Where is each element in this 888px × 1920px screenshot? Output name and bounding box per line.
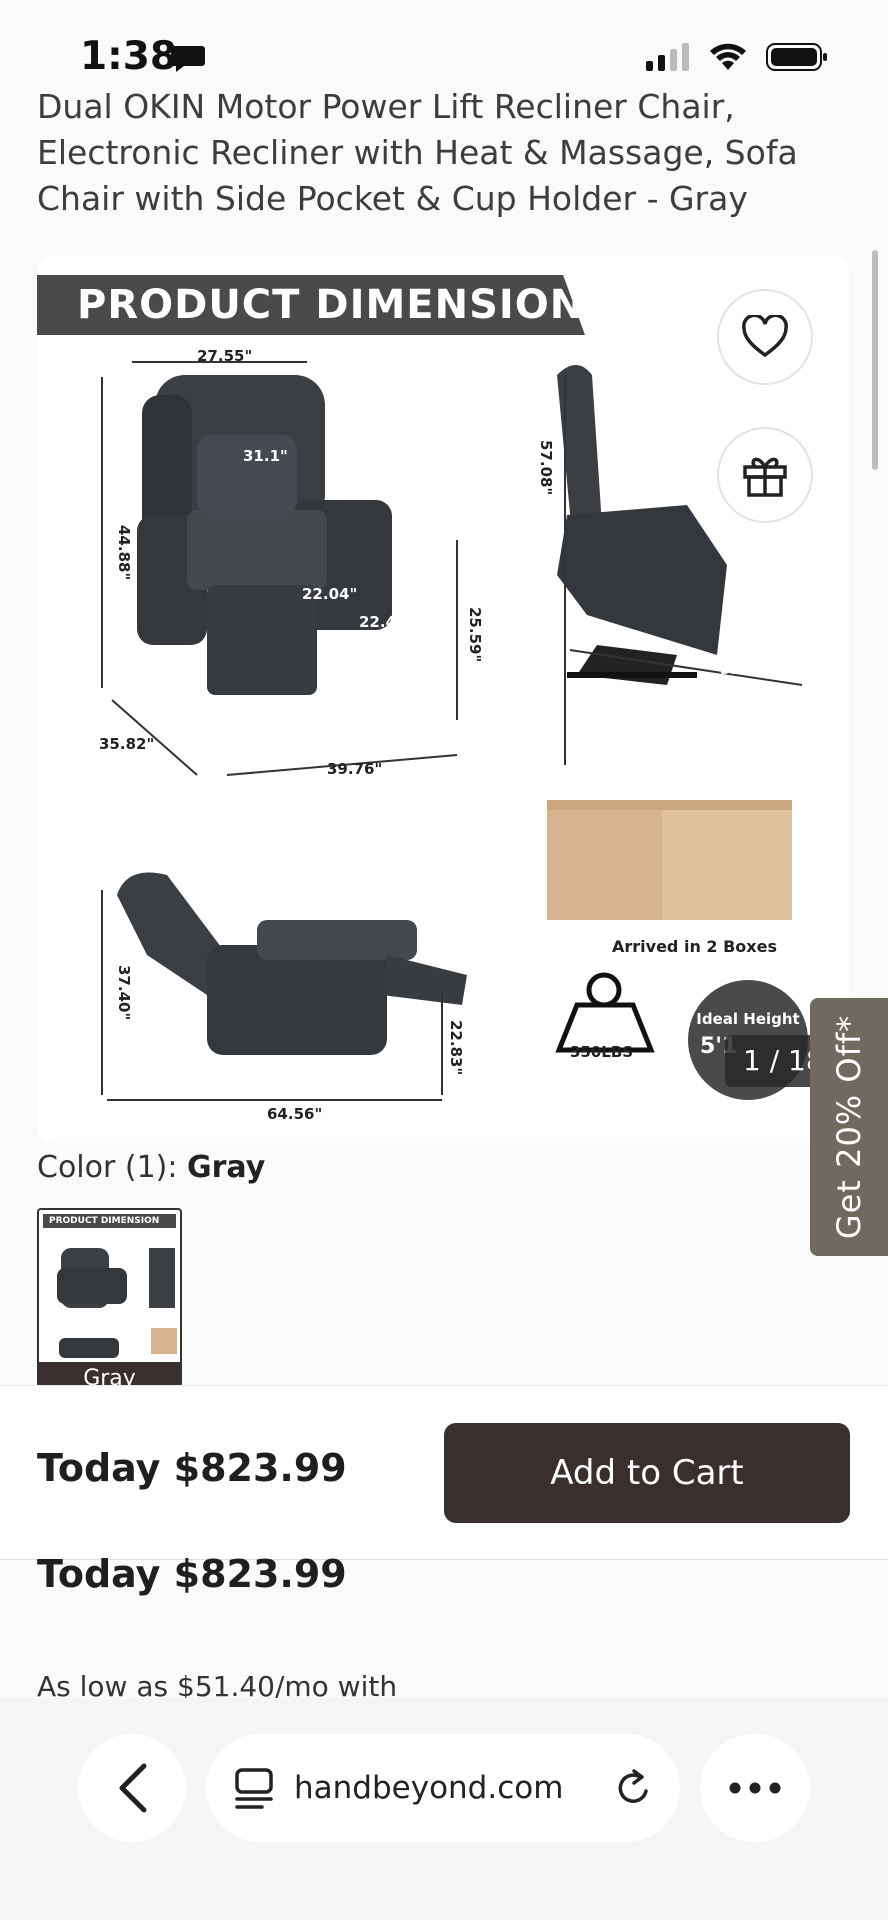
signal-icon — [646, 43, 689, 71]
weight-label: 350LBS — [570, 1043, 634, 1061]
scrollbar[interactable] — [872, 250, 878, 470]
favorite-button[interactable] — [717, 289, 813, 385]
message-icon — [171, 46, 205, 72]
dim-recline-height: 37.40" — [115, 965, 133, 1021]
browser-toolbar: handbeyond.com — [0, 1698, 888, 1920]
dim-width: 39.76" — [327, 760, 383, 778]
dim-height: 44.88" — [115, 525, 133, 581]
heart-icon — [742, 315, 788, 358]
ideal-height-label: Ideal Height — [696, 1010, 800, 1028]
address-bar[interactable]: handbeyond.com — [206, 1734, 680, 1842]
reclined-chair-illustration — [117, 872, 467, 1055]
swatch-banner: PRODUCT DIMENSION — [43, 1214, 176, 1228]
sticky-price: Today $823.99 — [37, 1446, 347, 1490]
dim-recline-length: 64.56" — [267, 1105, 323, 1123]
reload-icon[interactable] — [612, 1767, 654, 1809]
dim-top-width: 27.55" — [197, 347, 253, 365]
more-options-button[interactable] — [700, 1734, 810, 1842]
status-time: 1:38 — [80, 34, 178, 79]
dim-back: 31.1" — [243, 447, 288, 465]
wifi-icon — [710, 43, 746, 70]
weight-icon — [555, 972, 655, 1053]
product-title: Dual OKIN Motor Power Lift Recliner Chai… — [37, 87, 798, 218]
back-button[interactable] — [78, 1734, 186, 1842]
dim-lift-depth: 32.67" — [720, 660, 776, 678]
dim-arm-height: 25.59" — [466, 607, 484, 663]
boxes-label: Arrived in 2 Boxes — [612, 937, 777, 956]
color-swatch-gray[interactable]: PRODUCT DIMENSION Gray — [37, 1208, 182, 1388]
gift-button[interactable] — [717, 427, 813, 523]
promo-label: Get 20% Off* — [830, 1014, 868, 1240]
status-icons — [646, 42, 828, 72]
color-selected: Gray — [187, 1150, 266, 1185]
product-image-gallery[interactable]: PRODUCT DIMENSION 27.55" 31.1" 44.88" 22… — [37, 255, 849, 1143]
tabs-icon — [235, 1768, 273, 1809]
chevron-left-icon — [119, 1763, 147, 1813]
color-prefix: Color (1): — [37, 1150, 187, 1185]
add-to-cart-button[interactable]: Add to Cart — [444, 1423, 850, 1523]
boxes-illustration — [547, 800, 792, 920]
gift-icon — [743, 457, 787, 497]
ellipsis-icon — [729, 1782, 781, 1794]
battery-icon — [766, 43, 827, 71]
swatch-thumbnail — [57, 1248, 177, 1358]
url-text: handbeyond.com — [294, 1770, 564, 1806]
dim-seat-depth: 22.04" — [302, 585, 358, 603]
dim-seat-width: 22.44" — [359, 613, 415, 631]
dim-seat-height: 20.07" — [349, 675, 367, 731]
product-price: Today $823.99 — [37, 1552, 347, 1596]
lift-chair-illustration — [557, 365, 727, 685]
color-label: Color (1): Gray — [37, 1150, 265, 1185]
dim-depth: 35.82" — [99, 735, 155, 753]
sticky-cart-bar: Today $823.99 Add to Cart — [0, 1385, 888, 1560]
discount-promo-tab[interactable]: Get 20% Off* — [810, 998, 888, 1256]
front-chair-illustration — [137, 375, 392, 695]
dim-lift-height: 57.08" — [537, 440, 555, 496]
dim-recline-leg: 22.83" — [447, 1020, 465, 1076]
